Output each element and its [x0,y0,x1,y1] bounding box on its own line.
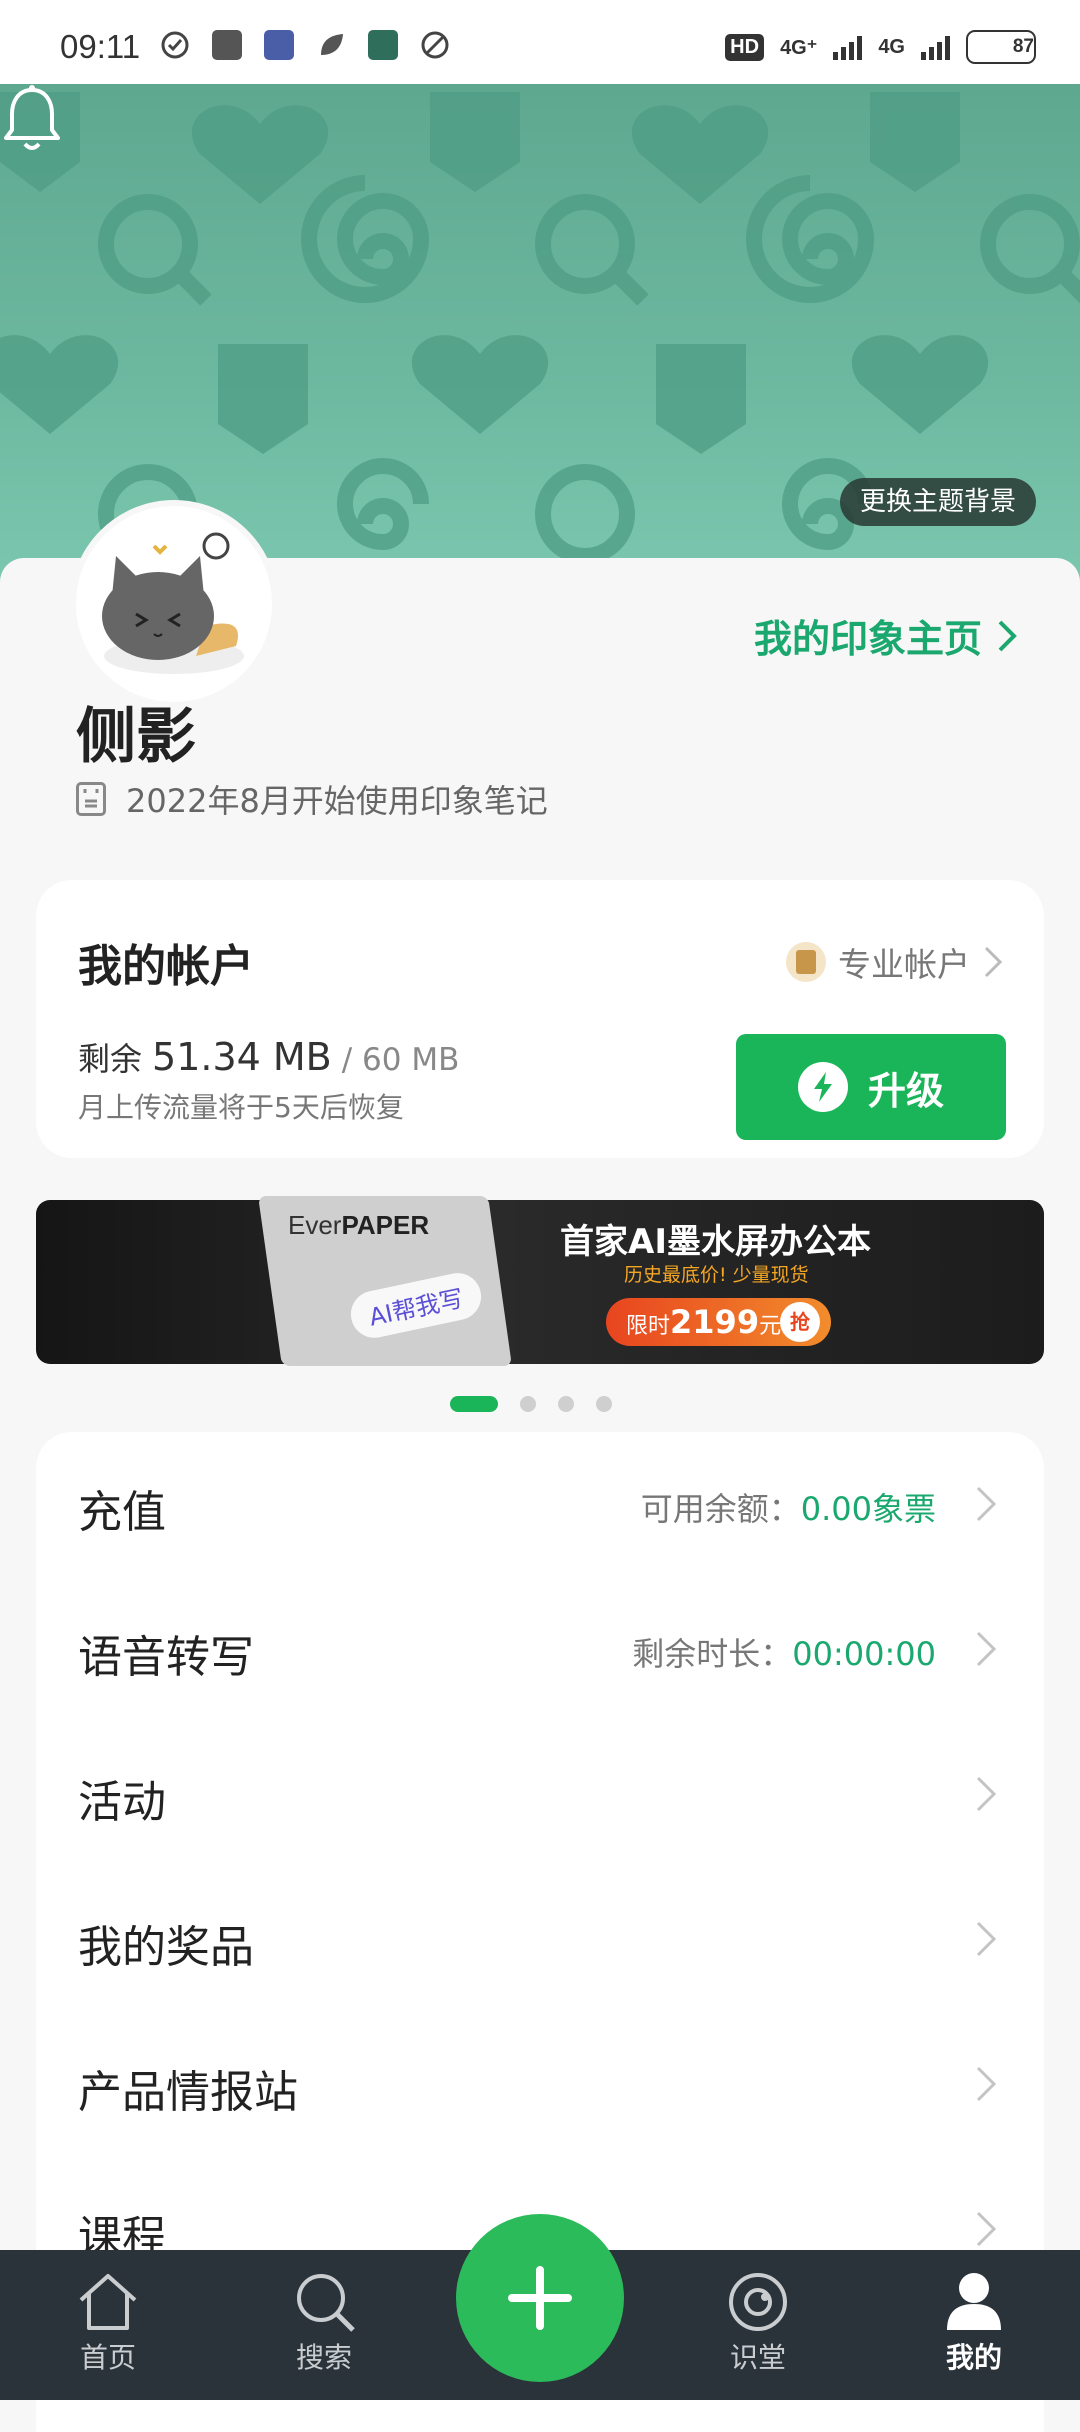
check-circle-icon [161,31,189,59]
learn-icon [729,2273,787,2331]
plus-icon [508,2266,572,2330]
menu-row-note-value: 00:00:00 [792,1635,936,1673]
banner-brand: EverPAPER [288,1210,429,1241]
nav-home-label: 首页 [79,2341,136,2374]
nav-learn-label: 识堂 [729,2341,786,2374]
carousel-dots[interactable] [450,1396,612,1412]
network-label-2: 4G [878,35,905,58]
remain-total: / 60 MB [341,1042,460,1078]
menu-row-note: 剩余时长：00:00:00 [632,1629,936,1675]
upgrade-label: 升级 [867,1068,944,1113]
menu-row-note: 可用余额：0.00象票 [641,1484,936,1530]
upgrade-button[interactable]: 升级 [736,1034,1006,1140]
cat-avatar-image [102,532,244,674]
account-type-label: 专业帐户 [838,945,970,984]
storage-remaining: 剩余 51.34 MB / 60 MB [78,1034,459,1080]
grab-badge: 抢 [780,1302,820,1342]
bell-icon[interactable] [0,84,64,154]
brand-ever: Ever [288,1210,342,1240]
leaf-icon [321,34,343,55]
search-icon [297,2274,355,2332]
menu-row-note-label: 可用余额： [640,1490,801,1528]
username: 侧影 [76,702,196,772]
my-homepage-link[interactable]: 我的印象主页 [754,608,1018,663]
account-title: 我的帐户 [78,941,254,992]
app-game-icon [264,30,294,60]
menu-row-label: 语音转写 [78,1632,254,1683]
menu-row[interactable]: 语音转写 剩余时长：00:00:00 [36,1577,1044,1722]
signal-icon [833,34,863,60]
nav-search[interactable]: 搜索 [264,2270,384,2376]
status-right: HD 4G⁺ 4G 87 [725,30,1036,64]
app-square-icon [212,30,242,60]
carousel-dot[interactable] [520,1396,536,1412]
chevron-right-icon [976,1486,997,1522]
chevron-right-icon [976,2211,997,2247]
home-icon [79,2274,137,2330]
status-time: 09:11 [60,28,141,65]
brand-paper: PAPER [341,1210,430,1240]
account-type[interactable]: 专业帐户 [786,938,1004,986]
notification-icons [160,30,450,60]
menu-row[interactable]: 我的奖品 [36,1867,1044,2012]
menu-row-label: 充值 [78,1487,166,1538]
menu-row[interactable]: 产品情报站 [36,2012,1044,2157]
nav-search-label: 搜索 [295,2341,352,2374]
carousel-dot[interactable] [596,1396,612,1412]
chevron-right-icon [984,946,1003,978]
hd-badge: HD [725,33,765,61]
lightning-icon [797,1062,848,1112]
carousel-dot[interactable] [558,1396,574,1412]
nav-me[interactable]: 我的 [914,2270,1034,2376]
blocked-icon [421,31,449,59]
banner-subtitle: 历史最底价! 少量现货 [624,1264,809,1286]
remain-prefix: 剩余 [78,1040,143,1078]
pro-badge-icon [786,942,826,982]
menu-row[interactable]: 充值 可用余额：0.00象票 [36,1432,1044,1577]
nav-learn[interactable]: 识堂 [698,2270,818,2376]
change-theme-button[interactable]: 更换主题背景 [839,478,1036,526]
reset-note: 月上传流量将于5天后恢复 [78,1091,404,1124]
nav-home[interactable]: 首页 [48,2270,168,2376]
price-unit: 元 [759,1314,782,1339]
banner-title: 首家AI墨水屏办公本 [560,1222,871,1262]
menu-row-note-value: 0.00象票 [800,1490,936,1528]
add-note-button[interactable] [456,2214,624,2382]
person-icon [947,2273,1001,2330]
chevron-right-icon [976,1776,997,1812]
menu-row-label: 活动 [78,1777,166,1828]
menu-row-label: 我的奖品 [78,1922,254,1973]
member-since-text: 2022年8月开始使用印象笔记 [126,782,548,820]
homepage-link-label: 我的印象主页 [753,617,982,661]
chevron-right-icon [976,1921,997,1957]
signal-icon-2 [921,34,950,60]
calendar-icon [76,782,106,816]
network-label-1: 4G⁺ [780,36,818,59]
menu-row-note-label: 剩余时长： [632,1635,793,1673]
avatar[interactable] [70,500,278,708]
remain-value: 51.34 MB [152,1035,332,1079]
menu-row[interactable]: 活动 [36,1722,1044,1867]
chevron-right-icon [976,2066,997,2102]
nav-me-label: 我的 [945,2341,1002,2374]
battery-icon: 87 [966,30,1036,64]
app-avatar-icon [368,30,398,60]
menu-row-label: 产品情报站 [78,2067,298,2118]
chevron-right-icon [976,1631,997,1667]
member-since: 2022年8月开始使用印象笔记 [76,776,548,822]
price-prefix: 限时 [626,1314,671,1339]
battery-level: 87 [1012,36,1034,57]
chevron-right-icon [998,620,1017,651]
price-value: 2199 [670,1303,760,1341]
promo-banner[interactable] [36,1200,1044,1364]
carousel-dot[interactable] [450,1396,498,1412]
